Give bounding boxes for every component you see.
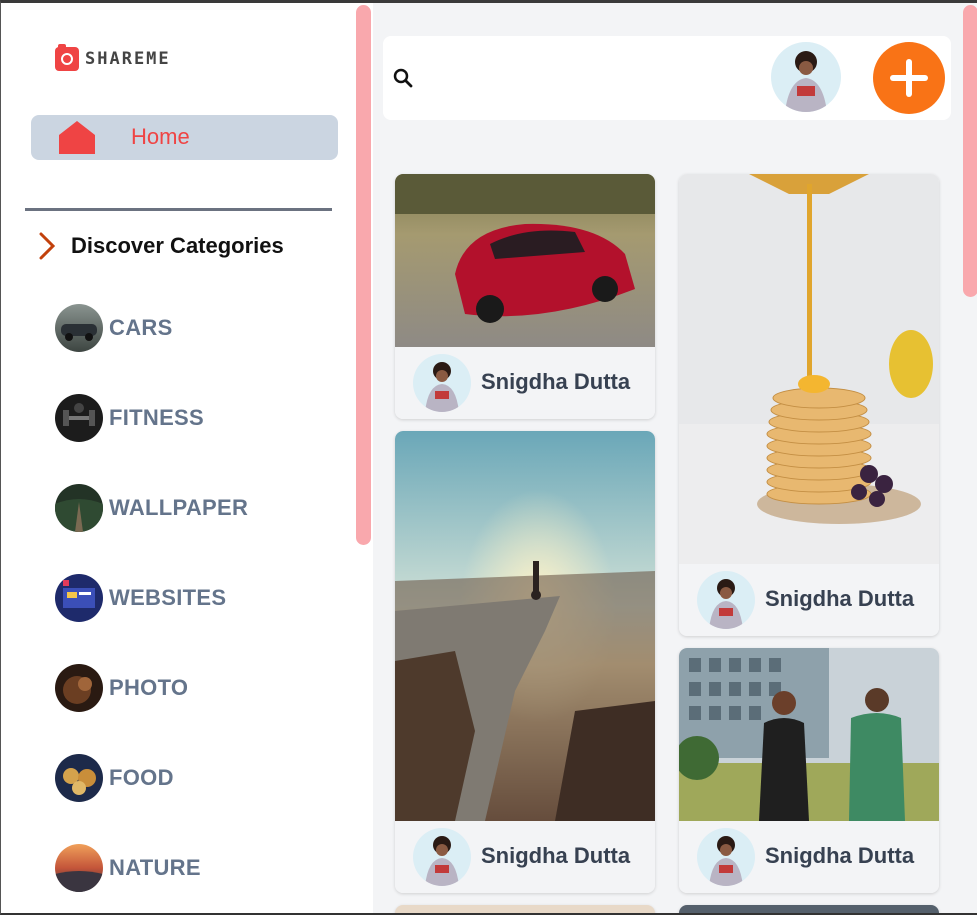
author-name[interactable]: Snigdha Dutta [765,843,914,869]
category-thumbnail [55,484,103,532]
sidebar-item-label: WEBSITES [109,585,227,610]
author-avatar[interactable] [697,828,755,886]
pin-footer: Snigdha Dutta [395,821,655,893]
author-avatar[interactable] [413,828,471,886]
pin-image[interactable] [395,174,655,347]
pin-card[interactable]: Snigdha Dutta [395,174,655,419]
sidebar: SHAREME Home Discover Categories CARS FI… [1,3,373,913]
pin-image[interactable] [395,431,655,821]
pin-footer: Snigdha Dutta [679,821,939,893]
pin-card[interactable] [395,905,655,913]
sidebar-item-label: Home [131,124,190,149]
author-name[interactable]: Snigdha Dutta [765,586,914,612]
pin-card[interactable]: Snigdha Dutta [679,648,939,893]
user-avatar[interactable] [771,42,841,112]
sidebar-item-photo[interactable]: PHOTO [55,664,188,712]
sidebar-item-cars[interactable]: CARS [55,304,173,352]
author-avatar[interactable] [413,354,471,412]
discover-label: Discover Categories [71,233,284,258]
main-feed: Snigdha Dutta Snigdha Dutta Snigdha Dutt… [373,3,977,913]
category-thumbnail [55,844,103,892]
pin-card[interactable]: Snigdha Dutta [679,174,939,636]
category-thumbnail [55,754,103,802]
logo-text: SHAREME [85,49,171,69]
sidebar-scrollbar[interactable] [356,5,371,545]
pin-card[interactable] [679,905,939,913]
pin-footer: Snigdha Dutta [679,564,939,636]
sidebar-item-wallpaper[interactable]: WALLPAPER [55,484,248,532]
pin-footer: Snigdha Dutta [395,347,655,419]
sidebar-item-food[interactable]: FOOD [55,754,174,802]
sidebar-item-label: CARS [109,315,173,340]
author-avatar[interactable] [697,571,755,629]
search-icon[interactable] [392,67,414,89]
camera-icon [55,44,79,71]
pin-image[interactable] [679,174,939,564]
category-thumbnail [55,664,103,712]
category-thumbnail [55,574,103,622]
top-bar [383,36,951,120]
sidebar-item-label: NATURE [109,855,201,880]
sidebar-item-home[interactable]: Home [31,115,338,160]
feed-scrollbar[interactable] [963,5,977,297]
app-window: SHAREME Home Discover Categories CARS FI… [0,0,977,915]
author-name[interactable]: Snigdha Dutta [481,369,630,395]
pin-image[interactable] [679,648,939,821]
category-thumbnail [55,304,103,352]
sidebar-item-fitness[interactable]: FITNESS [55,394,204,442]
discover-categories-heading: Discover Categories [37,231,284,261]
sidebar-item-label: FITNESS [109,405,204,430]
author-name[interactable]: Snigdha Dutta [481,843,630,869]
sidebar-item-label: PHOTO [109,675,189,700]
divider [25,208,332,211]
home-icon [59,121,95,154]
sidebar-item-nature[interactable]: NATURE [55,844,201,892]
chevron-right-icon [39,232,56,260]
category-thumbnail [55,394,103,442]
pin-card[interactable]: Snigdha Dutta [395,431,655,893]
sidebar-item-label: WALLPAPER [109,495,249,520]
add-pin-button[interactable] [873,42,945,114]
sidebar-item-websites[interactable]: WEBSITES [55,574,226,622]
app-logo[interactable]: SHAREME [55,44,171,71]
sidebar-item-label: FOOD [109,765,174,790]
